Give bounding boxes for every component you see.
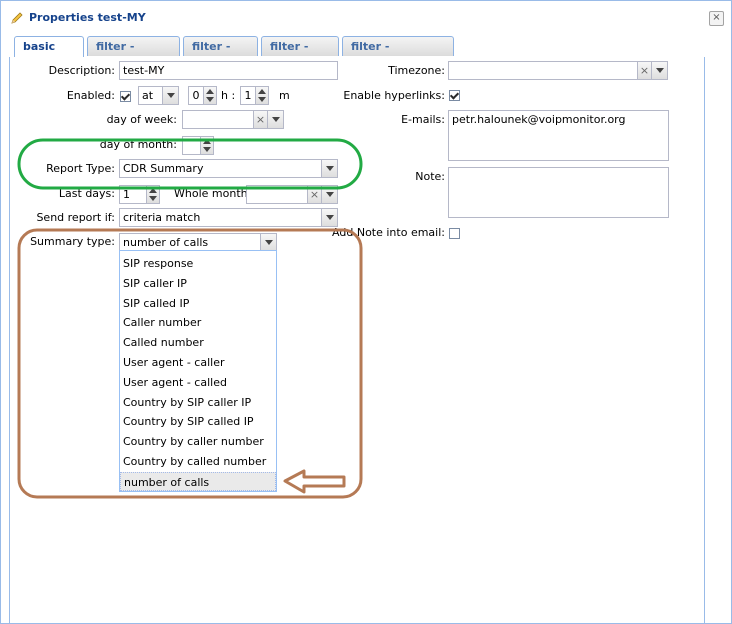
report-type-select[interactable]: CDR Summary	[119, 159, 322, 178]
at-select-trigger[interactable]	[163, 86, 179, 105]
note-label: Note:	[415, 170, 445, 183]
tab-filter-common[interactable]: filter - common	[87, 36, 180, 72]
summary-type-dropdown-list: SIP response SIP caller IP SIP called IP…	[119, 250, 277, 492]
list-item[interactable]: Country by SIP caller IP	[120, 393, 276, 412]
last-days-spinner[interactable]: 1	[119, 185, 147, 204]
close-button[interactable]: ×	[709, 11, 724, 26]
emails-textarea[interactable]: petr.halounek@voipmonitor.org	[448, 110, 669, 161]
day-of-week-label: day of week:	[106, 113, 177, 126]
add-note-checkbox[interactable]	[449, 228, 460, 239]
enable-hyperlinks-label: Enable hyperlinks:	[343, 89, 445, 102]
last-days-label: Last days:	[58, 187, 115, 200]
enable-hyperlinks-checkbox[interactable]	[449, 90, 460, 101]
minute-spinner[interactable]: 1	[240, 86, 256, 105]
tab-filter-rtp[interactable]: filter - RTP	[183, 36, 258, 72]
pencil-icon	[11, 12, 23, 24]
list-item[interactable]: SIP response	[120, 254, 276, 273]
window-titlebar: Properties test-MY ×	[1, 1, 731, 33]
tab-filter-dscp[interactable]: filter - DSCP	[261, 36, 339, 72]
whole-month-trigger[interactable]	[322, 185, 338, 204]
hour-unit-label: h :	[221, 89, 236, 102]
minute-spinner-trigger[interactable]	[256, 86, 269, 105]
day-of-month-field[interactable]	[182, 136, 201, 155]
enabled-label: Enabled:	[66, 89, 115, 102]
report-type-label: Report Type:	[46, 162, 115, 175]
hour-spinner-trigger[interactable]	[204, 86, 217, 105]
list-item[interactable]: SIP called IP	[120, 294, 276, 313]
note-textarea[interactable]	[448, 167, 669, 218]
send-report-if-select[interactable]: criteria match	[119, 208, 322, 227]
day-of-week-trigger[interactable]	[268, 110, 284, 129]
last-days-spinner-trigger[interactable]	[147, 185, 160, 204]
list-item[interactable]: Called number	[120, 333, 276, 352]
spinner-arrows-icon	[206, 89, 214, 102]
send-report-if-trigger[interactable]	[322, 208, 338, 227]
list-item[interactable]: Caller number	[120, 313, 276, 332]
list-item[interactable]: User agent - called	[120, 373, 276, 392]
list-item[interactable]: SIP caller IP	[120, 274, 276, 293]
list-item[interactable]: User agent - caller	[120, 353, 276, 372]
tab-basic-data[interactable]: basic data	[14, 36, 84, 72]
timezone-label: Timezone:	[388, 64, 445, 77]
chevron-down-icon	[265, 240, 273, 245]
basic-data-panel: Description: test-MY Enabled: at 0 h : 1…	[9, 57, 705, 623]
clear-icon[interactable]: ×	[254, 110, 268, 129]
summary-type-label: Summary type:	[30, 235, 115, 248]
timezone-select[interactable]	[448, 61, 638, 80]
list-item[interactable]: Country by called number	[120, 452, 276, 471]
chevron-down-icon	[656, 68, 664, 73]
clear-icon[interactable]: ×	[638, 61, 652, 80]
description-label: Description:	[48, 64, 115, 77]
description-field[interactable]: test-MY	[119, 61, 338, 80]
list-item[interactable]: Country by caller number	[120, 432, 276, 451]
list-item-selected[interactable]: number of calls	[120, 472, 276, 491]
chevron-down-icon	[326, 215, 334, 220]
spinner-arrows-icon	[203, 139, 211, 152]
at-select[interactable]: at	[138, 86, 163, 105]
chevron-down-icon	[326, 192, 334, 197]
list-item[interactable]: Country by SIP called IP	[120, 412, 276, 431]
enabled-checkbox[interactable]	[120, 91, 131, 102]
timezone-trigger[interactable]	[652, 61, 668, 80]
whole-month-label: Whole month:	[174, 187, 252, 200]
day-of-month-label: day of month:	[99, 138, 177, 151]
send-report-if-label: Send report if:	[36, 211, 115, 224]
whole-month-field[interactable]	[246, 185, 308, 204]
add-note-label: Add Note into email:	[332, 226, 445, 239]
tab-strip: basic data filter - common filter - RTP …	[9, 35, 703, 72]
tab-filter-combination[interactable]: filter - combination	[342, 36, 454, 72]
clear-icon[interactable]: ×	[308, 185, 322, 204]
hour-spinner[interactable]: 0	[188, 86, 204, 105]
spinner-arrows-icon	[149, 188, 157, 201]
chevron-down-icon	[272, 117, 280, 122]
emails-label: E-mails:	[401, 113, 445, 126]
day-of-week-field[interactable]	[182, 110, 254, 129]
spinner-arrows-icon	[258, 89, 266, 102]
chevron-down-icon	[167, 93, 175, 98]
properties-window: Properties test-MY × basic data filter -…	[0, 0, 732, 624]
day-of-month-spinner[interactable]	[201, 136, 214, 155]
minute-unit-label: m	[279, 89, 290, 102]
window-title: Properties test-MY	[29, 11, 146, 24]
